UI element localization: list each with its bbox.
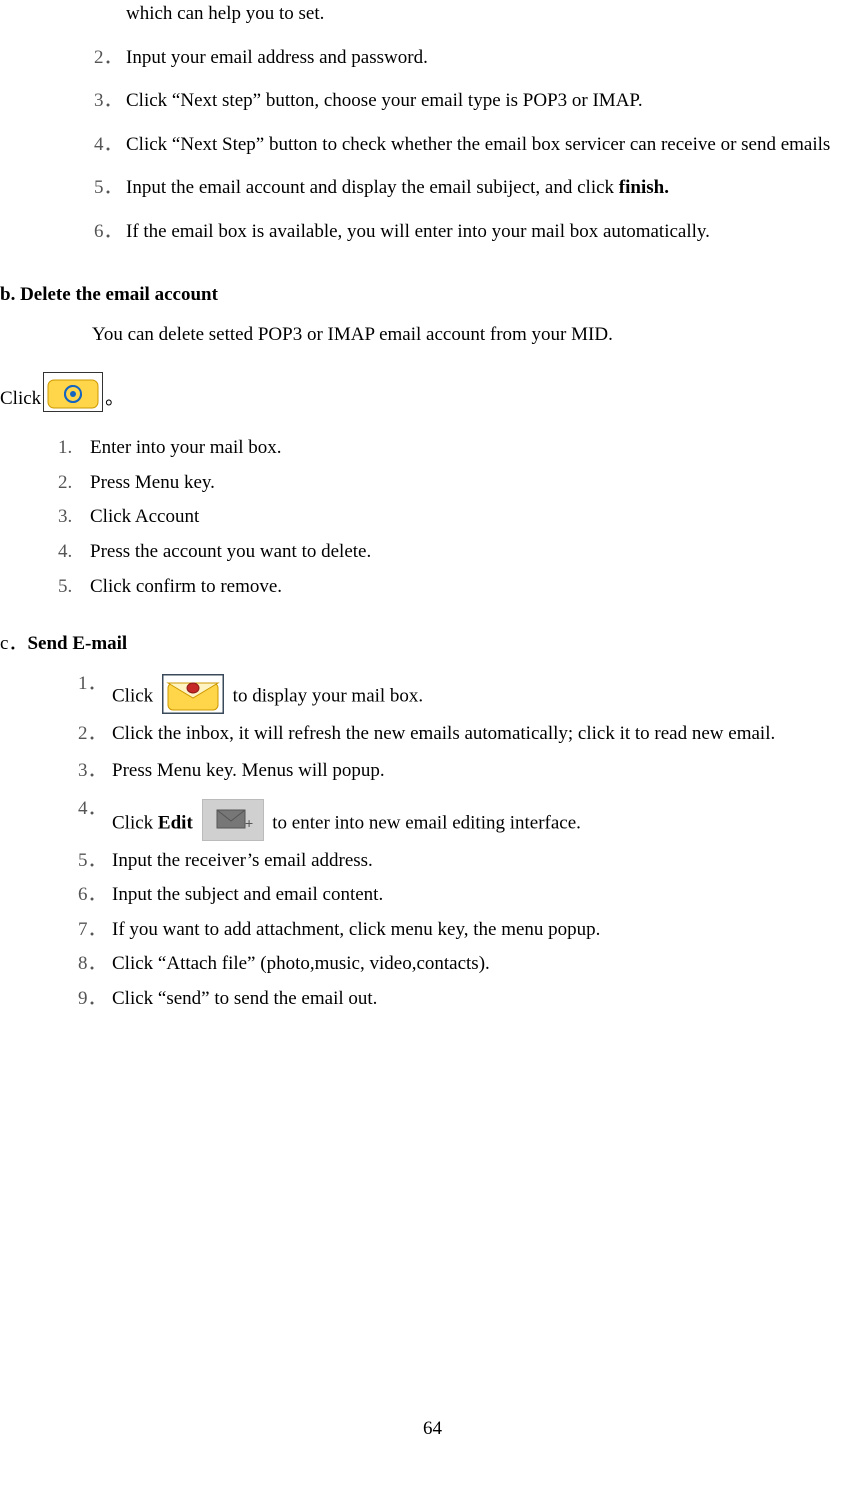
text: Click [112,812,158,833]
list-marker: 3． [94,87,123,115]
text: Click “Attach file” (photo,music, video,… [112,953,490,974]
list-marker: 9． [78,985,107,1013]
list-item: 5． Input the receiver’s email address. [0,847,865,875]
text: 64 [423,1418,442,1439]
list-item: 2． Click the inbox, it will refresh the … [0,720,865,748]
text: Press the account you want to delete. [90,541,371,562]
text: Click “Next step” button, choose your em… [126,90,643,111]
text: Click “Next Step” button to check whethe… [126,134,830,155]
list-item: 6． Input the subject and email content. [0,881,865,909]
list-item: 4． Click “Next Step” button to check whe… [0,131,865,159]
text: which can help you to set. [126,3,324,24]
click-instruction: Click 。 [0,372,865,412]
list-item: 7． If you want to add attachment, click … [0,916,865,944]
list-marker: 5． [94,174,123,202]
text: If you want to add attachment, click men… [112,919,600,940]
list-marker: 6． [94,218,123,246]
page-number: 64 [0,1415,865,1443]
text: Click the inbox, it will refresh the new… [112,723,775,744]
list-marker: 6． [78,881,107,909]
list-marker: 3． [78,757,107,785]
text: Click confirm to remove. [90,576,282,597]
list-item: 4. Press the account you want to delete. [0,538,865,566]
list-item: 1． Click to display your mail box. [0,670,865,710]
heading-delete-account: b. Delete the email account [0,281,865,309]
text: Click “send” to send the email out. [112,988,377,1009]
list-marker: 8． [78,950,107,978]
list-marker: 4． [78,795,107,823]
list-item: 3． Press Menu key. Menus will popup. [0,757,865,785]
list-item: 1. Enter into your mail box. [0,434,865,462]
text: Enter into your mail box. [90,437,282,458]
text: Input the subject and email content. [112,884,383,905]
text: Click [112,685,158,706]
text: Input your email address and password. [126,47,428,68]
heading-send-email: c．Send E-mail [0,630,865,658]
list-marker: 5. [58,573,72,601]
text-bold: finish. [619,177,669,198]
list-marker: 4． [94,131,123,159]
list-item-continuation: which can help you to set. [0,0,865,28]
list-item: 8． Click “Attach file” (photo,music, vid… [0,950,865,978]
list-item: 5． Input the email account and display t… [0,174,865,202]
text: If the email box is available, you will … [126,221,710,242]
list-item: 4． Click Edit + to enter into new email … [0,795,865,837]
text: Click [0,385,41,413]
text: Send E-mail [27,633,127,654]
text: Click Account [90,506,199,527]
list-marker: 1． [78,670,107,698]
list-item: 9． Click “send” to send the email out. [0,985,865,1013]
svg-text:+: + [245,815,253,831]
list-marker: 5． [78,847,107,875]
list-a: 2． Input your email address and password… [0,44,865,246]
compose-mail-icon: + [202,799,264,841]
list-item: 2. Press Menu key. [0,469,865,497]
list-item: 2． Input your email address and password… [0,44,865,72]
paragraph: You can delete setted POP3 or IMAP email… [0,321,865,349]
list-marker: 2． [94,44,123,72]
text: Input the email account and display the … [126,177,619,198]
text: to enter into new email editing interfac… [272,812,581,833]
list-marker: 1. [58,434,72,462]
text: You can delete setted POP3 or IMAP email… [92,324,613,345]
text: Press Menu key. Menus will popup. [112,760,385,781]
text: 。 [105,385,124,413]
list-item: 5. Click confirm to remove. [0,573,865,601]
list-marker: 3. [58,503,72,531]
list-b: 1. Enter into your mail box. 2. Press Me… [0,434,865,600]
email-at-icon [43,372,103,412]
list-item: 3. Click Account [0,503,865,531]
text: Input the receiver’s email address. [112,850,373,871]
text: c． [0,633,27,654]
text-bold: Edit [158,812,193,833]
list-marker: 4. [58,538,72,566]
list-marker: 7． [78,916,107,944]
text: to display your mail box. [233,685,424,706]
email-app-icon [162,674,224,714]
list-item: 3． Click “Next step” button, choose your… [0,87,865,115]
list-c: 1． Click to display your mail box. 2． Cl… [0,670,865,1013]
text: b. Delete the email account [0,284,218,305]
list-marker: 2． [78,720,107,748]
list-item: 6． If the email box is available, you wi… [0,218,865,246]
list-marker: 2. [58,469,72,497]
text: Press Menu key. [90,472,215,493]
